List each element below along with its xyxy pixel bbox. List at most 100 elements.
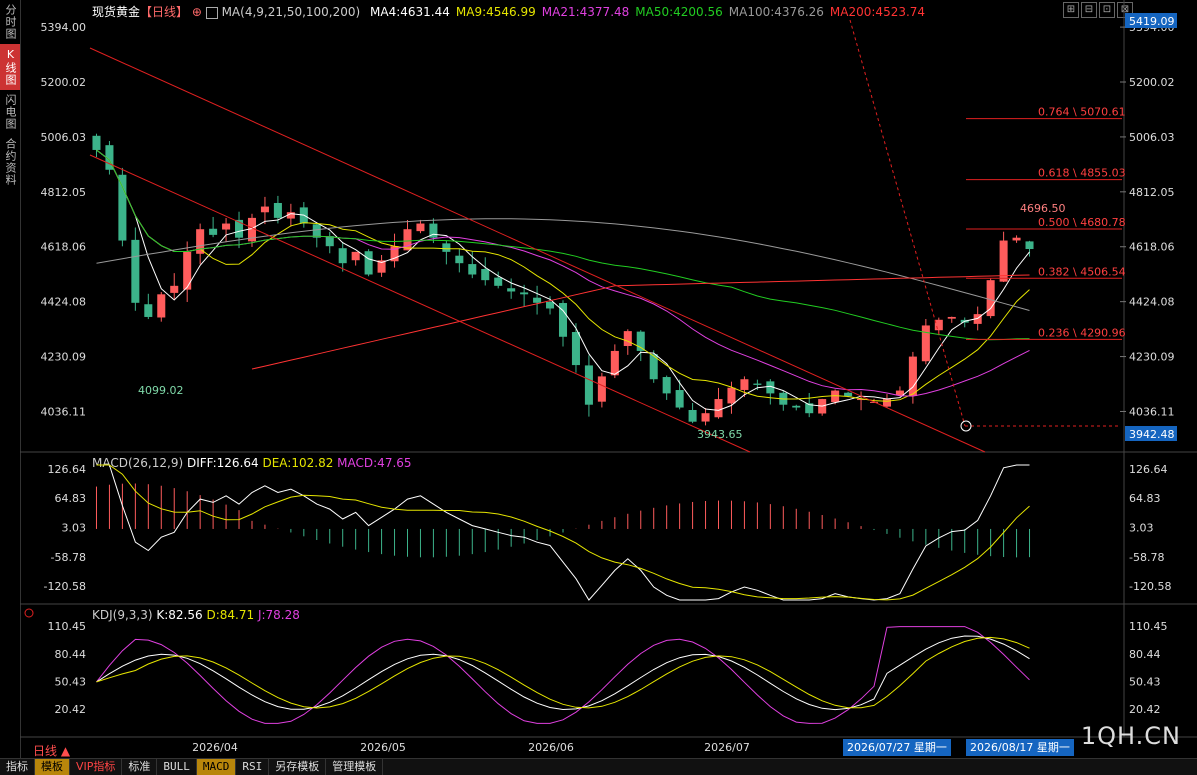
macd-tick-right: 3.03 bbox=[1129, 522, 1154, 535]
price-tick-left: 5200.02 bbox=[41, 76, 87, 89]
macd-tick-right: 126.64 bbox=[1129, 463, 1168, 476]
toolbar-item-2[interactable]: VIP指标 bbox=[70, 759, 123, 775]
kdj-tick-left: 110.45 bbox=[48, 620, 87, 633]
price-tick-left: 4424.08 bbox=[41, 296, 87, 309]
candle-body bbox=[727, 387, 736, 404]
fib-label: 0.382 \ 4506.54 bbox=[1038, 265, 1126, 278]
candle-body bbox=[934, 319, 943, 331]
candle-body bbox=[364, 251, 373, 275]
candle-body bbox=[507, 288, 516, 292]
macd-tick-right: 64.83 bbox=[1129, 492, 1161, 505]
macd-tick-right: -58.78 bbox=[1129, 551, 1164, 564]
fib-label: 0.500 \ 4680.78 bbox=[1038, 216, 1126, 229]
price-tick-right: 4424.08 bbox=[1129, 296, 1175, 309]
toolbar-item-0[interactable]: 指标 bbox=[0, 759, 35, 775]
kdj-tick-right: 110.45 bbox=[1129, 620, 1168, 633]
macd-tick-left: 64.83 bbox=[55, 492, 87, 505]
price-tick-right: 5200.02 bbox=[1129, 76, 1175, 89]
candle-body bbox=[831, 390, 840, 403]
candle-body bbox=[260, 206, 269, 213]
price-tick-right: 4036.11 bbox=[1129, 405, 1175, 418]
toolbar-item-1[interactable]: 模板 bbox=[35, 759, 70, 775]
x-tick: 2026/06 bbox=[528, 741, 574, 754]
candle-body bbox=[1025, 241, 1034, 250]
candle-body bbox=[740, 379, 749, 390]
low-annotation-1: 4099.02 bbox=[138, 384, 184, 397]
kdj-j-line bbox=[96, 626, 1030, 724]
price-tick-right: 4618.06 bbox=[1129, 241, 1175, 254]
candle-body bbox=[714, 399, 723, 418]
candle-body bbox=[662, 377, 671, 394]
top-price-label: 5419.09 bbox=[1129, 15, 1175, 28]
candle-body bbox=[844, 392, 853, 397]
candle-body bbox=[351, 251, 360, 261]
trend-line-dashed bbox=[849, 19, 966, 427]
kdj-d-line bbox=[96, 636, 1030, 709]
ma-line-ma9 bbox=[96, 149, 1030, 402]
candle-body bbox=[882, 399, 891, 407]
low-annotation-2: 3943.65 bbox=[697, 428, 743, 441]
toolbar-item-3[interactable]: 标准 bbox=[122, 759, 158, 775]
kdj-k-line bbox=[96, 635, 1030, 711]
watermark: 1QH.CN bbox=[1080, 722, 1181, 750]
candle-body bbox=[416, 223, 425, 232]
candle-body bbox=[623, 331, 632, 347]
toolbar-item-6[interactable]: RSI bbox=[236, 759, 270, 775]
x-tick: 2026/04 bbox=[192, 741, 238, 754]
macd-tick-left: -120.58 bbox=[44, 580, 86, 593]
bottom-toolbar: 指标 模板 VIP指标 标准 BULL MACD RSI 另存模板 管理模板 bbox=[0, 758, 1197, 775]
candle-body bbox=[571, 332, 580, 366]
candle-body bbox=[157, 294, 166, 318]
candle-body bbox=[533, 297, 542, 303]
candle-body bbox=[118, 174, 127, 241]
macd-tick-right: -120.58 bbox=[1129, 580, 1171, 593]
toolbar-item-7[interactable]: 另存模板 bbox=[269, 759, 327, 775]
chart-canvas[interactable]: 5394.005394.005200.025200.025006.035006.… bbox=[0, 0, 1197, 774]
price-tick-left: 5006.03 bbox=[41, 131, 87, 144]
kdj-tick-right: 80.44 bbox=[1129, 648, 1161, 661]
price-tick-right: 5006.03 bbox=[1129, 131, 1175, 144]
candle-body bbox=[170, 285, 179, 293]
price-tick-right: 4230.09 bbox=[1129, 351, 1175, 364]
candle-body bbox=[701, 413, 710, 422]
toolbar-item-5[interactable]: MACD bbox=[196, 759, 237, 775]
candle-body bbox=[546, 301, 555, 309]
kdj-marker-icon bbox=[24, 608, 34, 618]
candle-body bbox=[908, 356, 917, 397]
x-tick: 2026/05 bbox=[360, 741, 406, 754]
ma-line-ma4 bbox=[96, 149, 1030, 411]
cursor-price-label: 3942.48 bbox=[1129, 428, 1175, 441]
kdj-tick-right: 20.42 bbox=[1129, 703, 1161, 716]
trend-line-upper bbox=[89, 47, 986, 453]
candle-body bbox=[183, 251, 192, 290]
fib-label: 0.618 \ 4855.03 bbox=[1038, 167, 1126, 180]
candle-body bbox=[144, 304, 153, 317]
candle-body bbox=[1012, 237, 1021, 241]
macd-tick-left: -58.78 bbox=[51, 551, 86, 564]
toolbar-item-4[interactable]: BULL bbox=[157, 759, 197, 775]
x-tick: 2026/07 bbox=[704, 741, 750, 754]
candle-body bbox=[468, 264, 477, 275]
candle-body bbox=[273, 202, 282, 218]
candle-body bbox=[222, 223, 231, 230]
toolbar-item-8[interactable]: 管理模板 bbox=[326, 759, 384, 775]
high-annotation: 4696.50 bbox=[1020, 202, 1066, 215]
period-switch[interactable]: 日线 ▲ bbox=[33, 742, 70, 759]
price-tick-left: 5394.00 bbox=[41, 21, 87, 34]
macd-tick-left: 126.64 bbox=[48, 463, 87, 476]
price-tick-right: 4812.05 bbox=[1129, 186, 1175, 199]
candle-body bbox=[92, 135, 101, 150]
kdj-tick-right: 50.43 bbox=[1129, 676, 1161, 689]
price-tick-left: 4230.09 bbox=[41, 351, 87, 364]
candle-body bbox=[520, 292, 529, 295]
candle-body bbox=[494, 277, 503, 286]
fib-label: 0.236 \ 4290.96 bbox=[1038, 326, 1126, 339]
price-tick-left: 4036.11 bbox=[41, 405, 87, 418]
kdj-tick-left: 50.43 bbox=[55, 676, 87, 689]
candle-body bbox=[481, 269, 490, 281]
kdj-tick-left: 80.44 bbox=[55, 648, 87, 661]
candle-body bbox=[675, 390, 684, 408]
kdj-tick-left: 20.42 bbox=[55, 703, 87, 716]
candle-body bbox=[209, 228, 218, 235]
candle-body bbox=[921, 325, 930, 362]
